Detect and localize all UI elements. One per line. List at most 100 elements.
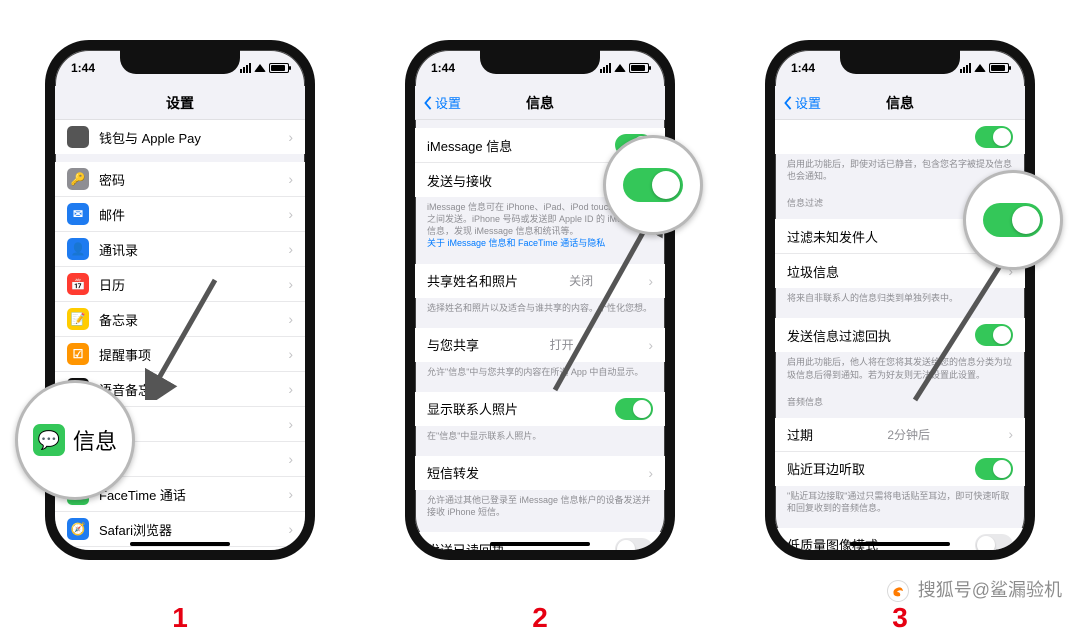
phone-frame-2: 1:44 设置 信息 iMessage 信息 — [405, 40, 675, 560]
row-label: 通讯录 — [99, 240, 138, 259]
chevron-right-icon: › — [288, 486, 293, 502]
raise-to-listen-row[interactable]: 贴近耳边听取 — [775, 452, 1025, 486]
magnify-filter-toggle — [963, 170, 1063, 270]
settings-row[interactable]: 📝 备忘录 › — [55, 302, 305, 337]
signal-icon — [600, 63, 611, 73]
audio-header: 音频信息 — [775, 387, 1025, 410]
settings-row[interactable]: 🔑 密码 › — [55, 162, 305, 197]
step-number: 2 — [532, 602, 548, 634]
nav-bar: 设置 信息 — [415, 86, 665, 120]
notch — [120, 50, 240, 74]
notch — [840, 50, 960, 74]
row-label: 备忘录 — [99, 310, 138, 329]
notch — [480, 50, 600, 74]
battery-icon — [629, 63, 649, 73]
chevron-right-icon: › — [288, 381, 293, 397]
home-indicator[interactable] — [490, 542, 590, 546]
app-icon: 🧭 — [67, 518, 89, 540]
nav-bar: 设置 — [55, 86, 305, 120]
app-icon — [67, 126, 89, 148]
sms-forward-row[interactable]: 短信转发 › — [415, 456, 665, 490]
chevron-right-icon: › — [648, 337, 653, 353]
status-time: 1:44 — [71, 61, 95, 75]
nav-title: 信息 — [526, 93, 554, 113]
raise-note: "贴近耳边接取"通过只需将电话贴至耳边，即可快速听取和回复收到的音频信息。 — [775, 486, 1025, 520]
mention-row[interactable] — [775, 120, 1025, 154]
shared-with-you-row[interactable]: 与您共享 打开 › — [415, 328, 665, 362]
signal-icon — [960, 63, 971, 73]
app-icon: 📝 — [67, 308, 89, 330]
read-note: 启用此功能后，他人将在您将其发送给您的信息分类为垃圾信息后得到通知。若为好友则无… — [775, 352, 1025, 386]
phone-frame-3: 1:44 设置 信息 启用 — [765, 40, 1035, 560]
settings-row[interactable]: 钱包与 Apple Pay › — [55, 120, 305, 154]
sms-note: 允许通过其他已登录至 iMessage 信息帐户的设备发送并接收 iPhone … — [415, 490, 665, 524]
step-number: 3 — [892, 602, 908, 634]
row-label: FaceTime 通话 — [99, 485, 186, 504]
chevron-right-icon: › — [648, 273, 653, 289]
share-note: 选择姓名和照片以及适合与谁共享的内容。个性化您想。 — [415, 298, 665, 320]
toggle-on-icon — [983, 203, 1043, 237]
row-label: 提醒事项 — [99, 345, 151, 364]
messages-app-icon: 💬 — [33, 424, 65, 456]
chevron-right-icon: › — [648, 465, 653, 481]
show-contact-photo-row[interactable]: 显示联系人照片 — [415, 392, 665, 426]
magnify-label: 信息 — [73, 424, 117, 456]
back-button[interactable]: 设置 — [783, 93, 821, 112]
chevron-right-icon: › — [288, 311, 293, 327]
home-indicator[interactable] — [130, 542, 230, 546]
chevron-right-icon: › — [288, 276, 293, 292]
chevron-right-icon: › — [288, 346, 293, 362]
wifi-icon — [254, 64, 266, 72]
chevron-right-icon: › — [288, 416, 293, 432]
app-icon: 📅 — [67, 273, 89, 295]
wifi-icon — [614, 64, 626, 72]
app-icon: 🔑 — [67, 168, 89, 190]
row-label: Safari浏览器 — [99, 520, 172, 539]
read-receipt-toggle[interactable] — [615, 538, 653, 550]
magnify-imessage-toggle — [603, 135, 703, 235]
magnify-messages: 💬 信息 — [15, 380, 135, 500]
battery-icon — [269, 63, 289, 73]
wifi-icon — [974, 64, 986, 72]
toggle-on-icon — [623, 168, 683, 202]
chevron-right-icon: › — [288, 451, 293, 467]
chevron-left-icon — [423, 96, 433, 110]
step-3-slot: 1:44 设置 信息 启用 — [765, 40, 1035, 560]
expiry-row[interactable]: 过期 2分钟后 › — [775, 418, 1025, 452]
settings-row[interactable]: 📈 股市 › — [55, 547, 305, 550]
chevron-left-icon — [783, 96, 793, 110]
chevron-right-icon: › — [288, 206, 293, 222]
read-filter-toggle[interactable] — [975, 324, 1013, 346]
show-contact-toggle[interactable] — [615, 398, 653, 420]
read-filter-row[interactable]: 发送信息过滤回执 — [775, 318, 1025, 352]
low-quality-toggle[interactable] — [975, 534, 1013, 550]
row-label: 钱包与 Apple Pay — [99, 128, 201, 147]
settings-row[interactable]: 👤 通讯录 › — [55, 232, 305, 267]
settings-row[interactable]: 📅 日历 › — [55, 267, 305, 302]
nav-title: 设置 — [166, 93, 194, 113]
chevron-right-icon: › — [1008, 426, 1013, 442]
row-label: 日历 — [99, 275, 125, 294]
signal-icon — [240, 63, 251, 73]
sohu-logo-icon — [887, 580, 909, 602]
junk-note: 将来自非联系人的信息归类到单独列表中。 — [775, 288, 1025, 310]
app-icon: ✉ — [67, 203, 89, 225]
shared-note: 允许"信息"中与您共享的内容在所选 App 中自动显示。 — [415, 362, 665, 384]
watermark: 搜狐号@鲨漏验机 — [887, 576, 1062, 602]
chevron-right-icon: › — [288, 521, 293, 537]
share-name-photo-row[interactable]: 共享姓名和照片 关闭 › — [415, 264, 665, 298]
imessage-privacy-link[interactable]: 关于 iMessage 信息和 FaceTime 通话与隐私 — [427, 238, 605, 248]
settings-row[interactable]: ✉ 邮件 › — [55, 197, 305, 232]
back-button[interactable]: 设置 — [423, 93, 461, 112]
row-label: 密码 — [99, 170, 125, 189]
home-indicator[interactable] — [850, 542, 950, 546]
mention-toggle[interactable] — [975, 126, 1013, 148]
chevron-right-icon: › — [288, 241, 293, 257]
step-number: 1 — [172, 602, 188, 634]
raise-toggle[interactable] — [975, 458, 1013, 480]
contact-note: 在"信息"中显示联系人照片。 — [415, 426, 665, 448]
chevron-right-icon: › — [288, 171, 293, 187]
settings-row[interactable]: ☑ 提醒事项 › — [55, 337, 305, 372]
low-quality-row[interactable]: 低质量图像模式 — [775, 528, 1025, 550]
status-time: 1:44 — [791, 61, 815, 75]
